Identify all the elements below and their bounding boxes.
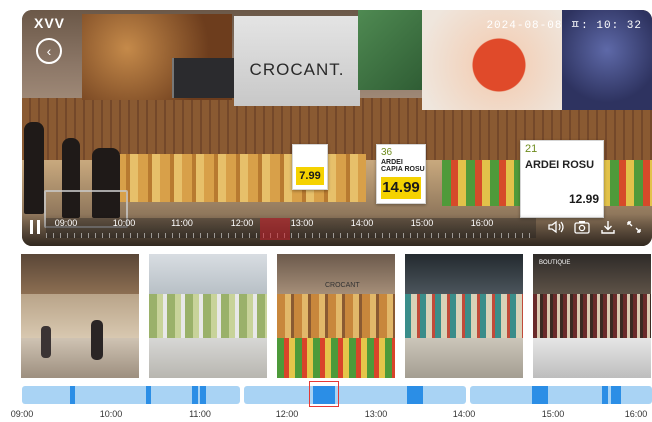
thumbnail-4[interactable] [405,254,523,378]
price-tag-name: ARDEI ROSU [525,159,595,171]
timeline-label: 13:00 [364,409,388,419]
expand-icon [627,221,641,233]
timeline-selection[interactable] [309,381,339,407]
player-controls: 09:00 10:00 11:00 12:00 13:00 14:00 15:0… [22,214,652,246]
timeline-label: 09:00 [10,409,34,419]
timeline-segment [244,386,466,404]
volume-button[interactable] [548,220,564,236]
timeline-hour: 11:00 [171,218,193,228]
recording-block [70,386,75,404]
thumb-shelves [405,294,523,338]
app-logo: XVV [34,15,66,31]
thumb-shelves [277,294,395,338]
speaker-icon [548,220,564,234]
timeline-segment [470,386,652,404]
thumb-shelves [21,294,139,338]
shopper [91,320,103,360]
timeline-label: 16:00 [624,409,648,419]
price-tag-price: 12.99 [569,192,600,206]
timeline-hour: 14:00 [350,218,374,228]
thumbnail-strip: CROCANT BOUTIQUE [21,254,651,378]
thumbnail-1[interactable] [21,254,139,378]
price-tag-price: 14.99 [381,177,421,199]
video-player[interactable]: CROCANT. 36 ARDEI CAPIA ROSU 14.99 21 AR… [22,10,652,246]
back-arrow-icon: ‹ [46,43,52,59]
timeline-label: 10:00 [99,409,123,419]
price-tag-price: 7.99 [296,167,324,185]
thumb-counter [533,338,651,378]
recording-block [146,386,151,404]
thumb-store-banner: CROCANT [325,282,360,289]
thumb-store-banner: BOUTIQUE [539,260,571,266]
thumb-floor [21,338,139,378]
video-timeline[interactable]: 09:00 10:00 11:00 12:00 13:00 14:00 15:0… [46,218,536,240]
shopper [41,326,51,358]
shopper [24,122,44,214]
thumbnail-2[interactable] [149,254,267,378]
thumb-floor [149,338,267,378]
recording-block [200,386,206,404]
snapshot-button[interactable] [574,220,590,236]
fullscreen-button[interactable] [626,220,642,236]
thumb-ceiling [21,254,139,294]
back-button[interactable]: ‹ [36,38,62,64]
thumb-ceiling [149,254,267,294]
download-button[interactable] [600,220,616,236]
store-banner-wrap: CROCANT. [234,60,360,80]
scene-promo-sign [172,58,236,98]
thumb-wine-shelves [533,294,651,338]
timeline-hour: 15:00 [410,218,434,228]
timeline-hour: 16:00 [470,218,494,228]
thumb-floor [405,338,523,378]
camera-icon [574,221,590,234]
pause-button[interactable] [30,220,40,234]
recording-block [532,386,548,404]
video-timestamp: 2024-08-08 ㅍ: 10: 32 [486,20,642,32]
thumb-produce [277,338,395,378]
price-tag-number: 36 [381,147,393,158]
recording-block [611,386,621,404]
timeline-hour: 10:00 [112,218,136,228]
pause-icon [37,220,40,234]
recording-block [602,386,608,404]
pause-icon [30,220,33,234]
thumbnail-5[interactable]: BOUTIQUE [533,254,651,378]
price-tag-number: 21 [525,143,538,155]
timeline-label: 14:00 [452,409,476,419]
download-icon [601,221,615,234]
recording-block [192,386,198,404]
price-tag-name: ARDEI CAPIA ROSU [381,159,425,173]
recording-block [407,386,423,404]
timeline-segment [22,386,240,404]
scene-bread-display [116,154,366,202]
timeline-hour: 13:00 [290,218,314,228]
timeline-label: 11:00 [189,409,211,419]
thumb-ceiling [405,254,523,294]
timeline-hour: 09:00 [54,218,78,228]
price-tag: 7.99 [292,144,328,190]
thumbnail-3[interactable]: CROCANT [277,254,395,378]
scene-green-sign [358,10,428,90]
timeline-highlight [260,218,290,240]
timeline-label: 12:00 [275,409,299,419]
price-tag: 36 ARDEI CAPIA ROSU 14.99 [376,144,426,204]
store-banner-text: CROCANT. [249,60,345,79]
thumb-shelves [149,294,267,338]
timeline-label: 15:00 [541,409,565,419]
price-tag: 21 ARDEI ROSU 12.99 [520,140,604,218]
timeline-hour: 12:00 [230,218,254,228]
